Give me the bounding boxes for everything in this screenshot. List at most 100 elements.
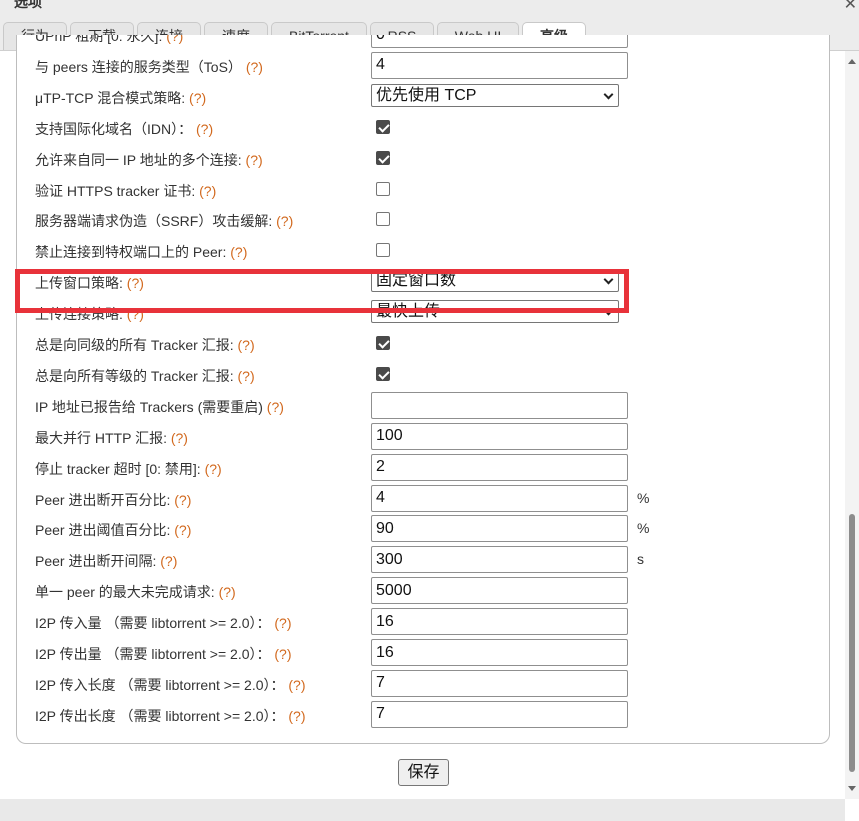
setting-label-text: 服务器端请求伪造（SSRF）攻击缓解: xyxy=(35,213,273,230)
setting-row: 支持国际化域名（IDN）： (?) xyxy=(17,113,829,144)
highlight-box xyxy=(15,269,629,313)
unit-label: s xyxy=(637,551,644,568)
setting-input[interactable] xyxy=(371,484,628,512)
setting-label-text: I2P 传入量 （需要 libtorrent >= 2.0）： xyxy=(35,615,271,632)
setting-label: 服务器端请求伪造（SSRF）攻击缓解: (?) xyxy=(35,211,293,231)
setting-row: Peer 进出断开间隔: (?) s xyxy=(17,545,829,576)
setting-label: 总是向所有等级的 Tracker 汇报: (?) xyxy=(35,366,255,386)
help-link[interactable]: (?) xyxy=(160,553,177,569)
advanced-settings-panel: UPnP 租期 [0: 永久]: (?)与 peers 连接的服务类型（ToS）… xyxy=(16,35,830,744)
help-link[interactable]: (?) xyxy=(267,399,284,415)
setting-checkbox[interactable] xyxy=(376,181,390,196)
setting-row: I2P 传入量 （需要 libtorrent >= 2.0）： (?) xyxy=(17,607,829,638)
setting-label: I2P 传出长度 （需要 libtorrent >= 2.0）： (?) xyxy=(35,706,306,726)
setting-row: 与 peers 连接的服务类型（ToS） (?) xyxy=(17,51,829,82)
help-link[interactable]: (?) xyxy=(246,152,263,168)
setting-input[interactable] xyxy=(371,700,628,728)
setting-label: 停止 tracker 超时 [0: 禁用]: (?) xyxy=(35,459,222,479)
save-button[interactable]: 保存 xyxy=(398,759,449,786)
close-icon[interactable]: ✕ xyxy=(844,0,857,14)
setting-label: 禁止连接到特权端口上的 Peer: (?) xyxy=(35,242,247,262)
setting-label-text: 禁止连接到特权端口上的 Peer: xyxy=(35,244,227,261)
help-link[interactable]: (?) xyxy=(288,708,305,724)
setting-label-text: IP 地址已报告给 Trackers (需要重启) xyxy=(35,398,263,415)
setting-input[interactable] xyxy=(371,577,628,605)
setting-row: μTP-TCP 混合模式策略: (?) 优先使用 TCP xyxy=(17,82,829,113)
help-link[interactable]: (?) xyxy=(246,59,263,75)
unit-label: % xyxy=(637,520,650,537)
setting-input[interactable] xyxy=(371,639,628,666)
setting-label-text: 停止 tracker 超时 [0: 禁用]: xyxy=(35,460,201,477)
help-link[interactable]: (?) xyxy=(274,615,291,631)
scroll-down-icon[interactable] xyxy=(848,786,856,791)
setting-label-text: 支持国际化域名（IDN）： xyxy=(35,120,193,137)
setting-checkbox[interactable] xyxy=(376,243,390,258)
setting-label-text: I2P 传出量 （需要 libtorrent >= 2.0）： xyxy=(35,646,271,662)
chevron-down-icon xyxy=(603,89,614,100)
scroll-up-icon[interactable] xyxy=(848,59,856,64)
help-link[interactable]: (?) xyxy=(199,183,216,199)
setting-label: IP 地址已报告给 Trackers (需要重启) (?) xyxy=(35,397,284,417)
setting-input[interactable] xyxy=(371,391,628,419)
footer-bar xyxy=(0,799,845,821)
help-link[interactable]: (?) xyxy=(230,244,247,260)
vertical-scrollbar[interactable] xyxy=(845,51,859,799)
setting-input[interactable] xyxy=(371,515,628,543)
setting-label: 单一 peer 的最大未完成请求: (?) xyxy=(35,582,236,602)
setting-input[interactable] xyxy=(371,35,628,48)
help-link[interactable]: (?) xyxy=(196,121,213,137)
setting-label-text: 单一 peer 的最大未完成请求: xyxy=(35,584,215,601)
setting-label: I2P 传入量 （需要 libtorrent >= 2.0）： (?) xyxy=(35,613,292,633)
setting-checkbox[interactable] xyxy=(376,336,390,350)
setting-input[interactable] xyxy=(371,422,628,450)
scrollbar-thumb[interactable] xyxy=(849,514,855,772)
setting-label: 支持国际化域名（IDN）： (?) xyxy=(35,119,213,139)
setting-row: I2P 传出长度 （需要 libtorrent >= 2.0）： (?) xyxy=(17,700,829,731)
setting-row: 单一 peer 的最大未完成请求: (?) xyxy=(17,576,829,607)
setting-input[interactable] xyxy=(371,453,628,481)
setting-row: 总是向所有等级的 Tracker 汇报: (?) xyxy=(17,360,829,391)
setting-label: μTP-TCP 混合模式策略: (?) xyxy=(35,88,206,108)
setting-checkbox[interactable] xyxy=(376,366,390,381)
setting-row: 允许来自同一 IP 地址的多个连接: (?) xyxy=(17,144,829,175)
setting-row: I2P 传出量 （需要 libtorrent >= 2.0）： (?) xyxy=(17,638,829,669)
help-link[interactable]: (?) xyxy=(276,213,293,229)
setting-label: I2P 传出量 （需要 libtorrent >= 2.0）： (?) xyxy=(35,644,292,664)
setting-row: UPnP 租期 [0: 永久]: (?) xyxy=(17,35,829,51)
setting-label: 允许来自同一 IP 地址的多个连接: (?) xyxy=(35,150,263,170)
setting-checkbox[interactable] xyxy=(376,212,390,227)
setting-label: 最大并行 HTTP 汇报: (?) xyxy=(35,428,188,448)
setting-checkbox[interactable] xyxy=(376,150,390,165)
help-link[interactable]: (?) xyxy=(238,337,255,353)
setting-row: Peer 进出断开百分比: (?)% xyxy=(17,484,829,515)
help-link[interactable]: (?) xyxy=(274,646,291,662)
setting-row: 最大并行 HTTP 汇报: (?) xyxy=(17,422,829,453)
help-link[interactable]: (?) xyxy=(205,461,222,477)
window-titlebar: 选项 ✕ xyxy=(0,0,859,20)
setting-label-text: 与 peers 连接的服务类型（ToS） xyxy=(35,58,242,75)
help-link[interactable]: (?) xyxy=(189,90,206,106)
help-link[interactable]: (?) xyxy=(166,35,183,44)
help-link[interactable]: (?) xyxy=(238,368,255,384)
setting-row: I2P 传入长度 （需要 libtorrent >= 2.0）： (?) xyxy=(17,669,829,700)
help-link[interactable]: (?) xyxy=(174,522,191,538)
setting-input[interactable] xyxy=(371,669,628,697)
setting-row: Peer 进出阈值百分比: (?)% xyxy=(17,514,829,545)
setting-label: I2P 传入长度 （需要 libtorrent >= 2.0）： (?) xyxy=(35,675,306,695)
help-link[interactable]: (?) xyxy=(174,492,191,508)
help-link[interactable]: (?) xyxy=(219,584,236,600)
setting-label-text: 总是向所有等级的 Tracker 汇报: xyxy=(35,367,234,384)
setting-select[interactable]: 优先使用 TCP xyxy=(371,83,619,107)
unit-label: % xyxy=(637,489,650,506)
setting-label: Peer 进出断开间隔: (?) xyxy=(35,551,177,571)
help-link[interactable]: (?) xyxy=(171,430,188,446)
setting-row: 服务器端请求伪造（SSRF）攻击缓解: (?) xyxy=(17,205,829,236)
setting-label-text: Peer 进出断开百分比: xyxy=(35,491,171,508)
setting-label-text: 验证 HTTPS tracker 证书: xyxy=(35,182,196,199)
setting-input[interactable] xyxy=(371,608,628,636)
setting-checkbox[interactable] xyxy=(376,119,390,134)
setting-label: Peer 进出断开百分比: (?) xyxy=(35,490,191,510)
setting-input[interactable] xyxy=(371,51,628,79)
help-link[interactable]: (?) xyxy=(288,677,305,693)
setting-input[interactable] xyxy=(371,546,628,574)
